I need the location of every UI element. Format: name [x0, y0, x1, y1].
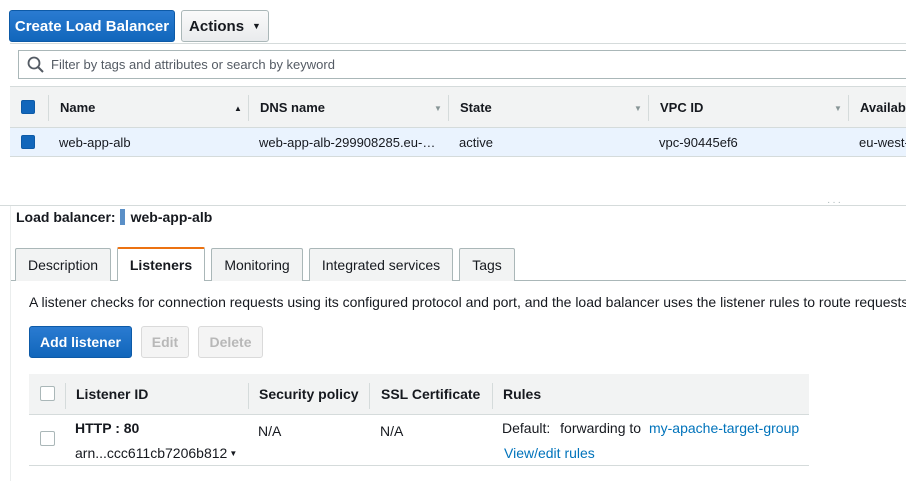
tab-integrated-services[interactable]: Integrated services	[309, 248, 453, 281]
actions-label: Actions	[189, 17, 245, 35]
listener-row-checkbox[interactable]	[40, 431, 55, 446]
column-header-dns[interactable]: DNS name	[260, 87, 325, 127]
sort-icon[interactable]: ▼	[434, 104, 442, 113]
sort-asc-icon[interactable]: ▲	[234, 104, 242, 113]
column-header-state[interactable]: State	[460, 87, 492, 127]
panel-splitter[interactable]: ···	[0, 197, 906, 208]
ssl-certificate-value: N/A	[380, 423, 404, 439]
create-load-balancer-button[interactable]: Create Load Balancer	[9, 10, 175, 42]
delete-button[interactable]: Delete	[198, 326, 263, 358]
select-all-checkbox[interactable]	[21, 100, 35, 114]
listener-row: HTTP : 80 arn...ccc611cb7206b812 ▼ N/A N…	[29, 415, 809, 466]
actions-button[interactable]: Actions ▼	[181, 10, 269, 42]
caret-down-icon: ▼	[229, 448, 238, 458]
listeners-table-header: Listener ID Security policy SSL Certific…	[29, 374, 809, 415]
delete-label: Delete	[209, 334, 252, 350]
search-icon	[27, 56, 44, 73]
edit-button[interactable]: Edit	[141, 326, 189, 358]
listener-arn: arn...ccc611cb7206b812	[75, 445, 228, 461]
tab-listeners[interactable]: Listeners	[117, 247, 205, 281]
column-header-listener-id: Listener ID	[76, 386, 149, 402]
security-policy-value: N/A	[258, 423, 282, 439]
add-listener-button[interactable]: Add listener	[29, 326, 132, 358]
tab-monitoring-label: Monitoring	[224, 257, 290, 273]
detail-name: web-app-alb	[130, 209, 213, 225]
rules-default-label: Default:	[502, 420, 551, 436]
search-input[interactable]: Filter by tags and attributes or search …	[18, 50, 906, 79]
load-balancer-table-header: Name ▲ DNS name ▼ State ▼ VPC ID ▼ Avail…	[10, 86, 906, 128]
column-header-name[interactable]: Name	[60, 87, 95, 127]
create-load-balancer-label: Create Load Balancer	[14, 17, 170, 35]
view-edit-rules-link[interactable]: View/edit rules	[504, 445, 595, 461]
listeners-select-all-checkbox[interactable]	[40, 386, 55, 401]
tab-monitoring[interactable]: Monitoring	[211, 248, 303, 281]
tab-integrated-services-label: Integrated services	[321, 257, 441, 273]
tab-description-label: Description	[27, 257, 99, 273]
target-group-link[interactable]: my-apache-target-group	[649, 420, 799, 436]
column-header-availability[interactable]: Availab	[860, 87, 906, 127]
tab-listeners-label: Listeners	[129, 257, 193, 273]
sort-icon[interactable]: ▼	[834, 104, 842, 113]
column-header-ssl-certificate: SSL Certificate	[381, 386, 481, 402]
sort-icon[interactable]: ▼	[634, 104, 642, 113]
toolbar-divider	[10, 43, 906, 44]
tab-tags[interactable]: Tags	[459, 248, 515, 281]
listener-protocol: HTTP : 80	[75, 420, 140, 436]
row-dns: web-app-alb-299908285.eu-…	[259, 134, 436, 150]
column-header-rules: Rules	[503, 386, 542, 402]
edit-label: Edit	[151, 334, 179, 350]
search-placeholder: Filter by tags and attributes or search …	[51, 57, 335, 72]
row-az: eu-west-	[859, 134, 906, 150]
tab-tags-label: Tags	[472, 257, 502, 273]
listeners-description: A listener checks for connection request…	[29, 294, 906, 310]
selection-marker	[119, 209, 125, 225]
row-state: active	[459, 134, 493, 150]
table-row[interactable]: web-app-alb web-app-alb-299908285.eu-… a…	[10, 128, 906, 157]
chevron-down-icon: ▼	[252, 21, 261, 31]
row-checkbox[interactable]	[21, 135, 35, 149]
rules-action: forwarding to	[560, 420, 642, 436]
column-header-security-policy: Security policy	[259, 386, 359, 402]
panel-left-border	[10, 206, 11, 481]
column-header-vpc[interactable]: VPC ID	[660, 87, 703, 127]
row-name: web-app-alb	[59, 134, 131, 150]
tab-description[interactable]: Description	[15, 248, 111, 281]
listener-arn-dropdown[interactable]: arn...ccc611cb7206b812 ▼	[75, 445, 237, 461]
row-vpc: vpc-90445ef6	[659, 134, 738, 150]
detail-header: Load balancer: web-app-alb	[16, 209, 212, 225]
rules-default-line: Default: forwarding to my-apache-target-…	[502, 420, 799, 436]
detail-label: Load balancer:	[16, 209, 116, 225]
drag-handle-icon[interactable]: ···	[827, 197, 843, 208]
add-listener-label: Add listener	[40, 334, 121, 350]
